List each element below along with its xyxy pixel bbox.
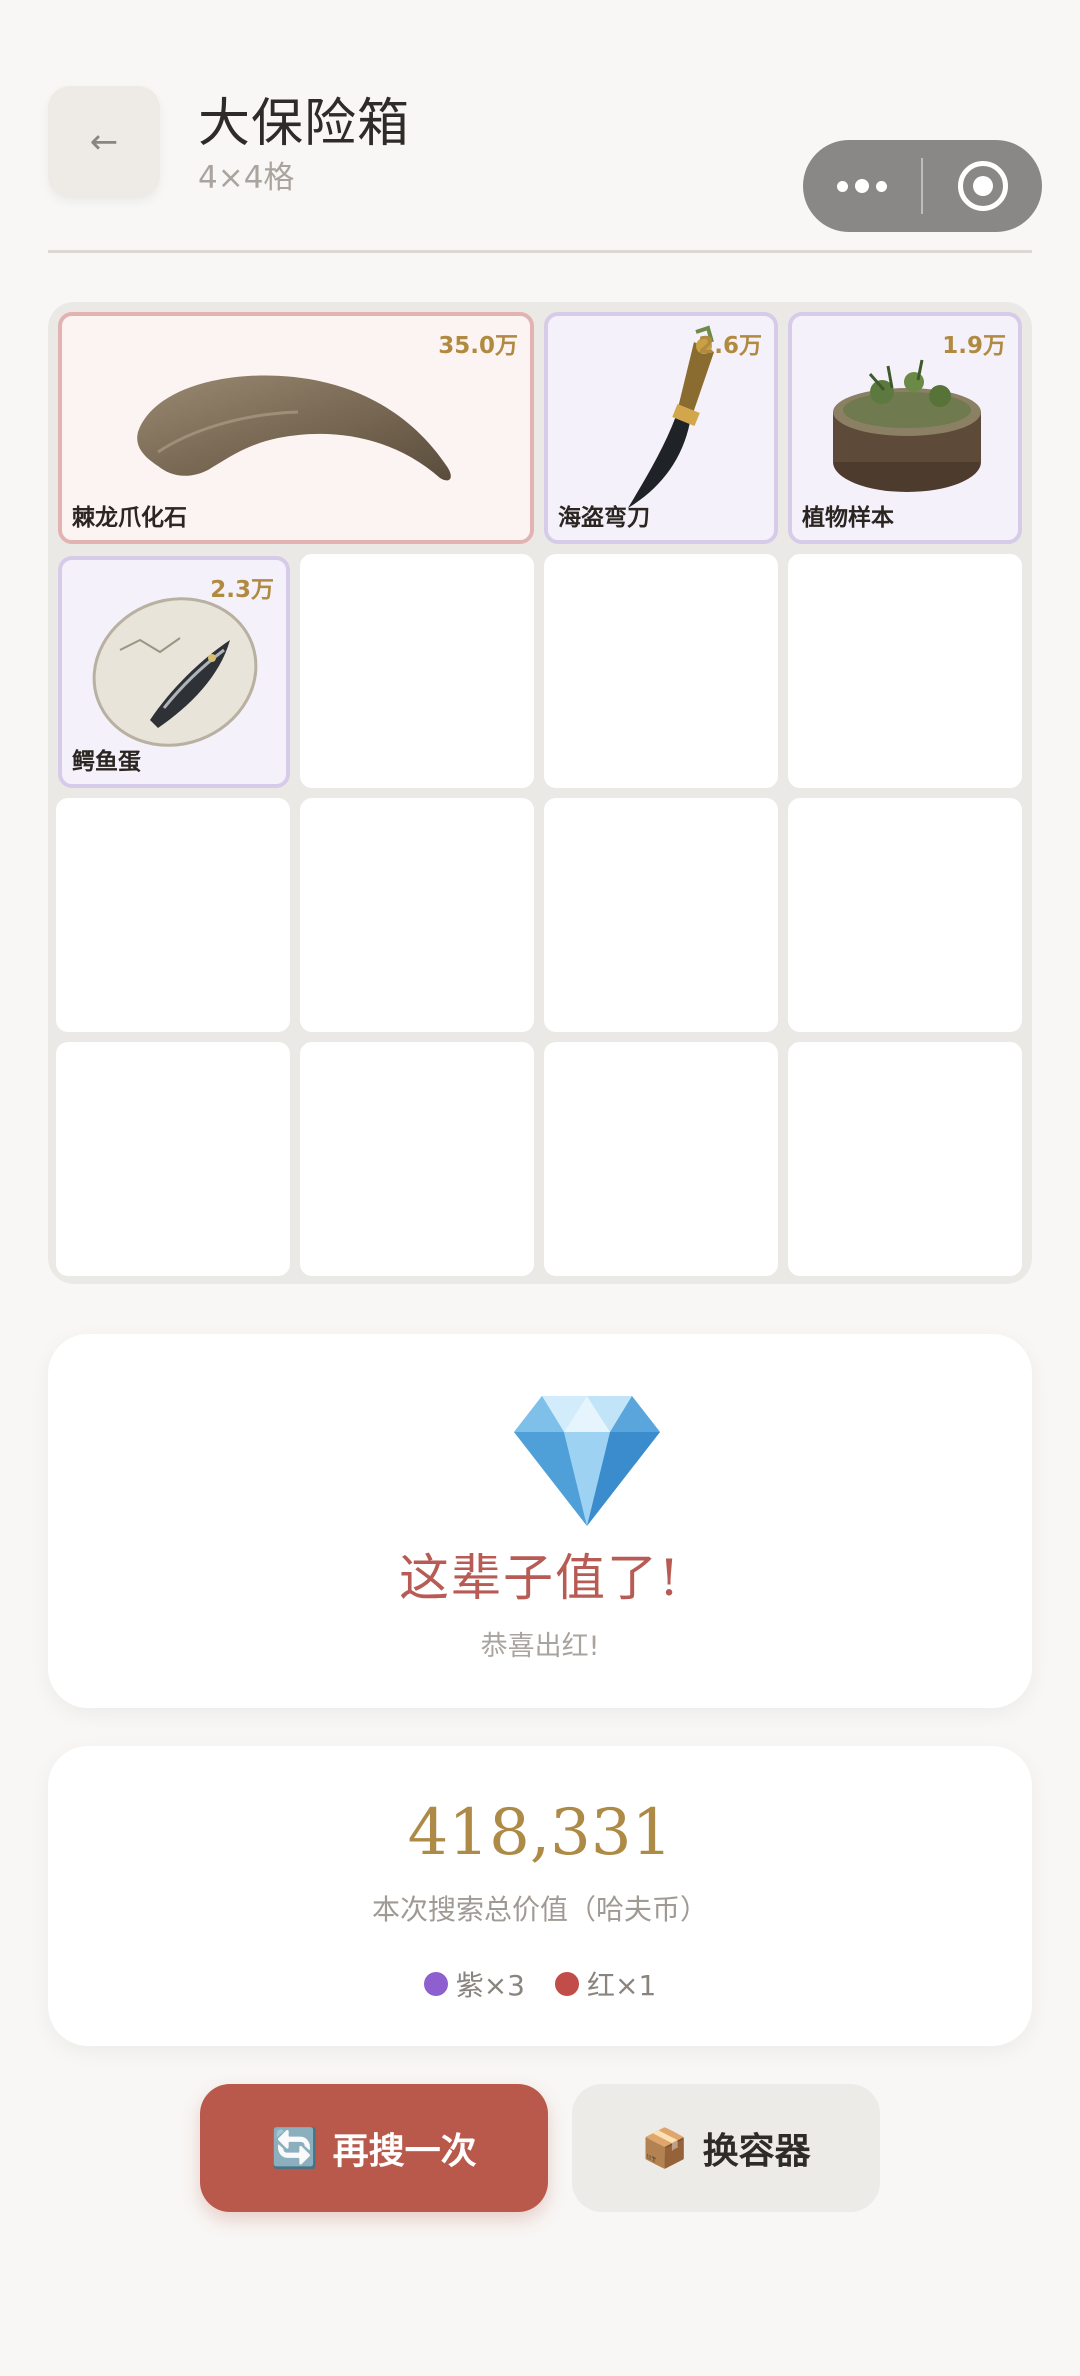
item-name: 鳄鱼蛋	[72, 749, 141, 775]
item-slot-claw-fossil[interactable]: 35.0万 棘龙爪化石	[58, 312, 534, 544]
empty-slot[interactable]	[544, 1042, 778, 1276]
result-title: 这辈子值了!	[398, 1549, 682, 1607]
item-slot-pirate-knife[interactable]: 2.6万 海盗弯刀	[544, 312, 778, 544]
empty-slot[interactable]	[300, 798, 534, 1032]
result-subtitle: 恭喜出红!	[480, 1631, 600, 1662]
search-again-button[interactable]: 🔄 再搜一次	[200, 2084, 548, 2212]
red-dot-icon	[555, 1972, 579, 1996]
search-again-label: 再搜一次	[332, 2131, 477, 2172]
rarity-summary: 紫×3 红×1	[48, 1964, 1032, 2004]
item-name: 海盗弯刀	[558, 505, 650, 531]
container-size: 4×4格	[198, 160, 295, 196]
empty-slot[interactable]	[788, 798, 1022, 1032]
result-card: 这辈子值了! 恭喜出红!	[48, 1334, 1032, 1708]
plant-sample-icon	[833, 359, 981, 492]
target-circle-icon[interactable]	[923, 140, 1042, 232]
inventory-grid: 35.0万 棘龙爪化石 2.6万 海盗弯刀 1.9万 植物样本 2.3万 鳄鱼蛋	[48, 302, 1032, 1284]
total-value: 418,331	[407, 1796, 673, 1870]
item-slot-plant-sample[interactable]: 1.9万 植物样本	[788, 312, 1022, 544]
empty-slot[interactable]	[544, 798, 778, 1032]
rarity-purple: 紫×3	[423, 1964, 525, 2004]
change-container-button[interactable]: 📦 换容器	[572, 2084, 880, 2212]
back-button[interactable]: ←	[48, 86, 160, 198]
page-title: 大保险箱	[198, 94, 411, 154]
empty-slot[interactable]	[788, 554, 1022, 788]
total-value-label: 本次搜索总价值（哈夫币）	[371, 1893, 708, 1926]
claw-fossil-icon	[137, 375, 451, 481]
value-card: 418,331 本次搜索总价值（哈夫币） 紫×3 红×1	[48, 1746, 1032, 2046]
item-price: 2.6万	[698, 333, 762, 359]
purple-dot-icon	[423, 1972, 448, 1996]
item-price: 35.0万	[438, 333, 518, 359]
more-dots-icon[interactable]	[803, 140, 921, 232]
empty-slot[interactable]	[300, 1042, 534, 1276]
crocodile-egg-icon	[92, 597, 258, 747]
item-slot-crocodile-egg[interactable]: 2.3万 鳄鱼蛋	[58, 556, 290, 788]
change-container-label: 换容器	[702, 2131, 811, 2172]
item-price: 2.3万	[210, 577, 274, 603]
mini-program-capsule	[803, 140, 1042, 232]
refresh-icon: 🔄	[271, 2125, 319, 2170]
empty-slot[interactable]	[56, 798, 290, 1032]
empty-slot[interactable]	[300, 554, 534, 788]
title-group: 大保险箱 4×4格	[198, 92, 410, 198]
rarity-red: 红×1	[555, 1964, 656, 2004]
item-name: 植物样本	[802, 505, 894, 531]
empty-slot[interactable]	[56, 1042, 290, 1276]
item-name: 棘龙爪化石	[72, 505, 187, 531]
package-icon: 📦	[641, 2125, 689, 2170]
red-count: 红×1	[587, 1969, 657, 2002]
back-arrow-icon: ←	[89, 122, 119, 162]
diamond-icon	[514, 1396, 660, 1526]
empty-slot[interactable]	[788, 1042, 1022, 1276]
purple-count: 紫×3	[455, 1969, 525, 2002]
item-price: 1.9万	[942, 333, 1006, 359]
header-divider	[48, 250, 1032, 253]
empty-slot[interactable]	[544, 554, 778, 788]
